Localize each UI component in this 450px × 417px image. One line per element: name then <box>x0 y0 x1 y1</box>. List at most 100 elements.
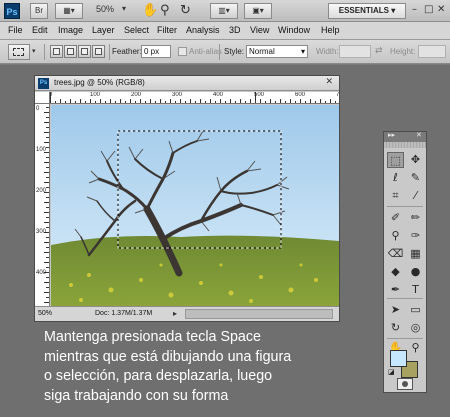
caption-line: siga trabajando con su forma <box>44 387 229 404</box>
close-icon[interactable]: ✕ <box>437 4 445 15</box>
zoom-icon[interactable]: ⚲ <box>407 340 424 356</box>
style-value: Normal <box>249 47 275 56</box>
status-zoom[interactable]: 50% <box>38 310 52 317</box>
menu-file[interactable]: File <box>8 25 23 35</box>
view-extras-icon: ▦▾ <box>63 6 75 15</box>
zoom-icon[interactable]: ⚲ <box>160 3 170 19</box>
gradient-icon[interactable]: ▦ <box>407 246 424 262</box>
history-brush-icon[interactable]: ✑ <box>407 228 424 244</box>
horizontal-ruler[interactable]: 0 100 200 300 400 500 600 700 <box>50 92 339 104</box>
quick-mask-button[interactable] <box>397 378 413 390</box>
minimize-icon[interactable]: – <box>412 4 417 15</box>
subtract-selection-button[interactable] <box>78 45 91 58</box>
quick-selection-icon[interactable]: ✎ <box>407 170 424 186</box>
dodge-icon[interactable]: ● <box>407 264 424 280</box>
zoom-dropdown-arrow-icon[interactable]: ▾ <box>122 4 126 13</box>
arrange-documents-icon: ▥▾ <box>218 6 230 15</box>
chevron-down-icon[interactable]: ▾ <box>32 47 36 55</box>
tool-preset-picker[interactable] <box>8 44 30 60</box>
blur-icon[interactable]: ◆ <box>387 264 404 280</box>
intersect-selection-button[interactable] <box>92 45 105 58</box>
feather-input[interactable]: 0 px <box>141 45 171 58</box>
vertical-ruler[interactable]: 0 100 200 300 400 <box>35 92 50 306</box>
pen-icon[interactable]: ✒ <box>387 282 404 298</box>
document-window[interactable]: Ps trees.jpg @ 50% (RGB/8) ✕ 0 100 200 3… <box>34 75 340 322</box>
subtract-selection-icon <box>81 48 88 55</box>
photoshop-document-icon: Ps <box>38 78 49 89</box>
status-menu-arrow-icon[interactable]: ▸ <box>173 309 177 318</box>
ruler-label: 0 <box>50 92 52 98</box>
ruler-origin[interactable] <box>35 92 50 104</box>
ruler-label: 200 <box>36 188 47 194</box>
eyedropper-icon[interactable]: ⁄ <box>407 188 424 204</box>
new-selection-button[interactable] <box>50 45 63 58</box>
document-tab[interactable]: Ps trees.jpg @ 50% (RGB/8) ✕ <box>35 76 339 91</box>
width-input[interactable] <box>339 45 371 58</box>
menu-help[interactable]: Help <box>321 25 340 35</box>
rectangle-shape-icon[interactable]: ▭ <box>407 302 424 318</box>
menu-filter[interactable]: Filter <box>157 25 177 35</box>
tree-photo <box>51 105 339 306</box>
view-extras-button[interactable]: ▦▾ <box>55 3 83 19</box>
divider <box>109 44 110 60</box>
hand-icon[interactable]: ✋ <box>142 3 158 19</box>
tools-panel-header[interactable]: ▸▸ ✕ <box>384 131 426 142</box>
menu-edit[interactable]: Edit <box>32 25 48 35</box>
style-label: Style: <box>224 47 245 56</box>
brush-icon[interactable]: ✏ <box>407 210 424 226</box>
3d-rotate-icon[interactable]: ↻ <box>387 320 404 336</box>
add-to-selection-button[interactable] <box>64 45 77 58</box>
ruler-label: 400 <box>36 270 47 276</box>
document-size-info[interactable]: Doc: 1.37M/1.37M <box>95 310 152 317</box>
expand-panel-icon[interactable]: ▸▸ <box>388 131 395 139</box>
chevron-down-icon: ▾ <box>391 6 396 15</box>
panel-grip[interactable] <box>384 142 426 148</box>
rectangular-marquee-icon[interactable]: ⬚ <box>387 152 404 168</box>
zoom-level[interactable]: 50% <box>96 4 114 14</box>
type-icon[interactable]: T <box>407 282 424 298</box>
menu-select[interactable]: Select <box>124 25 149 35</box>
close-icon[interactable]: ✕ <box>325 77 333 87</box>
menu-3d[interactable]: 3D <box>229 25 241 35</box>
path-selection-icon[interactable]: ➤ <box>387 302 404 318</box>
horizontal-scrollbar[interactable] <box>185 309 333 319</box>
foreground-color-swatch[interactable] <box>390 350 407 367</box>
3d-orbit-icon[interactable]: ◎ <box>407 320 424 336</box>
arrange-documents-button[interactable]: ▥▾ <box>210 3 238 19</box>
ruler-label: 600 <box>295 92 306 98</box>
document-status-bar: 50% Doc: 1.37M/1.37M ▸ <box>35 306 339 321</box>
screen-mode-button[interactable]: ▣▾ <box>244 3 272 19</box>
add-selection-icon <box>67 48 74 55</box>
close-icon[interactable]: ✕ <box>416 131 422 139</box>
clone-stamp-icon[interactable]: ⚲ <box>387 228 404 244</box>
move-icon[interactable]: ✥ <box>407 152 424 168</box>
options-bar: ▾ Feather: 0 px Anti-alias Style: Normal… <box>0 40 450 64</box>
image-canvas[interactable] <box>51 105 339 306</box>
menu-analysis[interactable]: Analysis <box>186 25 220 35</box>
ruler-label: 400 <box>213 92 224 98</box>
menu-layer[interactable]: Layer <box>92 25 115 35</box>
eraser-icon[interactable]: ⌫ <box>387 246 404 262</box>
lasso-icon[interactable]: ℓ <box>387 170 404 186</box>
workspace-switcher[interactable]: ESSENTIALS ▾ <box>328 3 406 19</box>
rotate-view-icon[interactable]: ↻ <box>180 3 191 19</box>
divider <box>387 338 423 339</box>
menu-image[interactable]: Image <box>58 25 83 35</box>
height-input[interactable] <box>418 45 446 58</box>
document-title: trees.jpg @ 50% (RGB/8) <box>54 78 145 87</box>
crop-icon[interactable]: ⌗ <box>387 188 404 204</box>
ruler-label: 100 <box>36 147 47 153</box>
caption-line: o selección, para desplazarla, luego <box>44 368 273 384</box>
workspace-label: ESSENTIALS <box>338 6 389 15</box>
default-colors-icon[interactable]: ◪ <box>388 368 395 376</box>
bridge-button[interactable]: Br <box>30 3 48 19</box>
menu-bar: File Edit Image Layer Select Filter Anal… <box>0 22 450 40</box>
menu-window[interactable]: Window <box>278 25 310 35</box>
menu-view[interactable]: View <box>250 25 269 35</box>
style-select[interactable]: Normal ▾ <box>246 45 308 58</box>
maximize-icon[interactable]: □ <box>424 4 433 15</box>
antialias-checkbox[interactable] <box>178 47 187 56</box>
spot-healing-brush-icon[interactable]: ✐ <box>387 210 404 226</box>
swap-dimensions-icon[interactable]: ⇄ <box>375 46 383 56</box>
caption-line: mientras que está dibujando una figura <box>44 348 292 365</box>
